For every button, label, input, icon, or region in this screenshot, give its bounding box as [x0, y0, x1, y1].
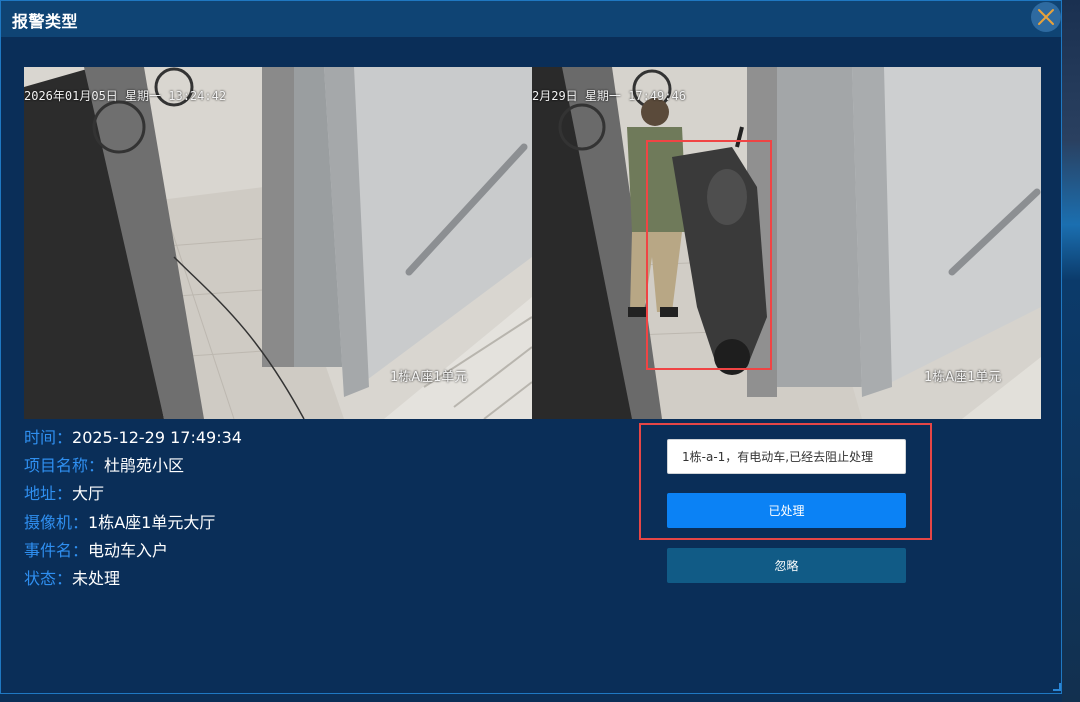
camera-snapshot-after[interactable]: 2月29日 星期一 17:49:46 1栋A座1单元: [532, 67, 1041, 419]
detection-box: [646, 140, 772, 370]
dialog-title: 报警类型: [12, 12, 79, 31]
detail-label: 时间：: [24, 428, 73, 447]
detail-label: 事件名：: [24, 540, 89, 560]
background-window-edge: [1062, 0, 1080, 702]
camera-snapshot-before[interactable]: 2026年01月05日 星期一 13:24:42 1栋A座1单元: [24, 67, 532, 419]
detail-value: 大厅: [72, 484, 105, 504]
detail-address: 地址：大厅: [24, 480, 242, 508]
snapshot-camera-label: 1栋A座1单元: [390, 370, 468, 385]
resize-handle[interactable]: [1053, 683, 1061, 691]
detail-label: 项目名称：: [24, 456, 105, 476]
detail-project: 项目名称：杜鹃苑小区: [24, 452, 242, 480]
detail-value: 杜鹃苑小区: [104, 456, 185, 476]
detail-label: 摄像机：: [24, 512, 89, 532]
close-button[interactable]: [1031, 2, 1061, 32]
detail-value: 2025-12-29 17:49:34: [72, 428, 242, 447]
detail-time: 时间：2025-12-29 17:49:34: [24, 424, 242, 452]
close-icon: [1038, 9, 1054, 25]
detail-camera: 摄像机：1栋A座1单元大厅: [24, 509, 242, 537]
snapshot-timestamp: 2026年01月05日 星期一 13:24:42: [24, 89, 227, 103]
ignore-button[interactable]: 忽略: [667, 548, 906, 583]
detail-label: 状态：: [24, 569, 73, 589]
detail-value: 1栋A座1单元大厅: [88, 512, 216, 532]
snapshot-area: 2026年01月05日 星期一 13:24:42 1栋A座1单元 2月29日 星…: [24, 67, 1041, 419]
detail-value: 未处理: [72, 569, 121, 589]
detail-status: 状态：未处理: [24, 565, 242, 593]
remark-input[interactable]: [667, 439, 906, 474]
detail-value: 电动车入户: [88, 540, 169, 560]
detail-label: 地址：: [24, 484, 73, 504]
snapshot-timestamp: 2月29日 星期一 17:49:46: [532, 89, 686, 103]
detail-event: 事件名：电动车入户: [24, 537, 242, 565]
dialog-titlebar: 报警类型: [1, 1, 1061, 37]
alarm-details: 时间：2025-12-29 17:49:34 项目名称：杜鹃苑小区 地址：大厅 …: [24, 424, 242, 593]
processed-button[interactable]: 已处理: [667, 493, 906, 528]
snapshot-camera-label: 1栋A座1单元: [924, 370, 1002, 385]
